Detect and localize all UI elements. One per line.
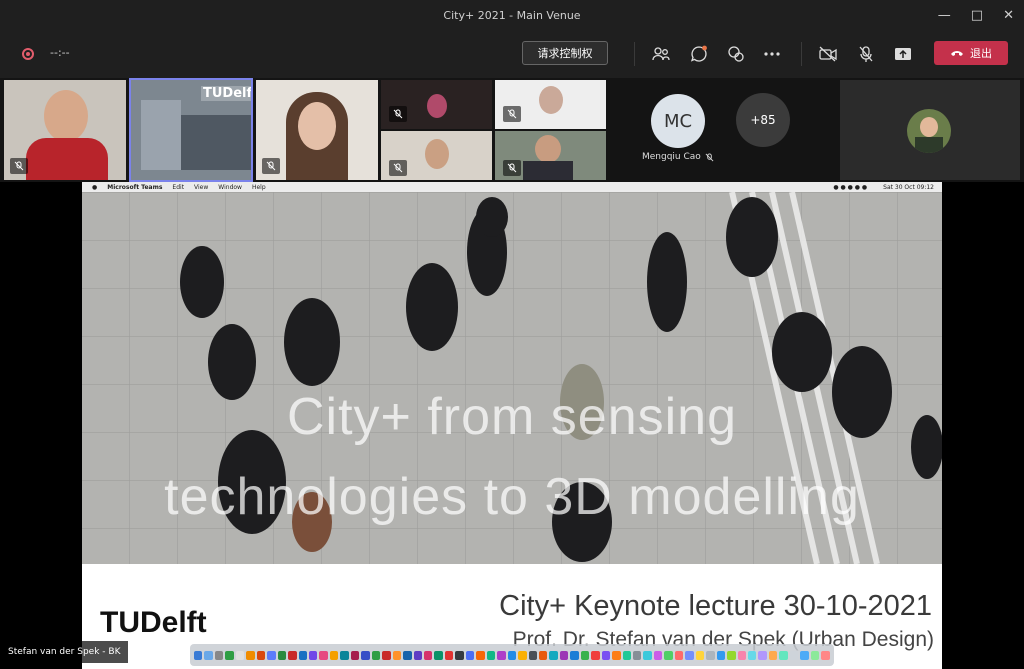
more-participants-button[interactable]: +85	[736, 93, 790, 147]
participant-video[interactable]	[495, 80, 606, 129]
self-avatar	[907, 109, 951, 153]
meeting-timer: --:--	[50, 46, 70, 59]
participant-video[interactable]	[381, 80, 492, 129]
status-icons: ● ● ● ● ●	[833, 183, 868, 191]
camera-off-icon[interactable]	[818, 44, 838, 64]
leave-label: 退出	[970, 47, 992, 60]
share-screen-icon[interactable]	[893, 44, 913, 64]
participant-video[interactable]	[256, 80, 378, 180]
slide-title-line-1: City+ from sensing	[286, 388, 738, 446]
mac-clock: Sat 30 Oct 09:12	[883, 183, 934, 191]
slide-title-line-2: technologies to 3D modelling	[164, 468, 860, 526]
more-options-icon[interactable]	[762, 44, 782, 64]
window-title: City+ 2021 - Main Venue	[443, 8, 581, 22]
toolbar-divider	[801, 42, 802, 66]
tile-logo: TUDelft	[201, 86, 251, 101]
mic-off-icon	[389, 160, 407, 176]
mic-off-icon	[503, 106, 521, 122]
mac-menu-bar: ● Microsoft Teams Edit View Window Help …	[82, 182, 942, 192]
request-control-button[interactable]: 请求控制权	[522, 41, 608, 65]
mic-off-icon	[705, 152, 714, 161]
participant-name-text: Mengqiu Cao	[642, 152, 701, 162]
mac-menu-item: View	[194, 183, 209, 191]
mac-menu-item: Help	[251, 183, 266, 191]
avatar[interactable]: MC	[651, 94, 705, 148]
toolbar-divider	[634, 42, 635, 66]
participant-video[interactable]	[381, 131, 492, 180]
mic-off-icon	[262, 158, 280, 174]
leave-button[interactable]: 退出	[934, 41, 1008, 65]
participant-video[interactable]	[495, 131, 606, 180]
shared-slide: ● Microsoft Teams Edit View Window Help …	[82, 182, 942, 669]
record-icon	[22, 48, 34, 60]
apple-icon: ●	[92, 183, 98, 191]
reactions-icon[interactable]	[726, 44, 746, 64]
slide-photo: City+ from sensing technologies to 3D mo…	[82, 192, 942, 564]
maximize-icon[interactable]: □	[971, 8, 983, 23]
participant-name: Mengqiu Cao	[642, 152, 714, 162]
mac-dock	[190, 644, 834, 666]
chat-icon[interactable]	[689, 44, 709, 64]
mic-off-icon	[389, 106, 407, 122]
mac-menu-item: Edit	[172, 183, 185, 191]
slide-subtitle: City+ Keynote lecture 30-10-2021	[499, 590, 932, 622]
presenter-name-label: Stefan van der Spek - BK	[0, 641, 129, 663]
participant-video[interactable]	[4, 80, 126, 180]
participant-video-active-speaker[interactable]: TUDelft	[131, 80, 251, 180]
minimize-icon[interactable]: —	[938, 8, 951, 23]
mic-off-icon	[503, 160, 521, 176]
tudelft-logo: TUDelft	[100, 606, 207, 639]
close-icon[interactable]: ✕	[1003, 8, 1014, 23]
mic-off-icon	[10, 158, 28, 174]
hang-up-icon	[951, 51, 963, 56]
title-bar: City+ 2021 - Main Venue — □ ✕	[0, 0, 1024, 30]
people-icon[interactable]	[651, 44, 671, 64]
mac-menu-item: Window	[218, 183, 242, 191]
mic-off-icon[interactable]	[856, 44, 876, 64]
mac-app-name: Microsoft Teams	[107, 183, 163, 191]
